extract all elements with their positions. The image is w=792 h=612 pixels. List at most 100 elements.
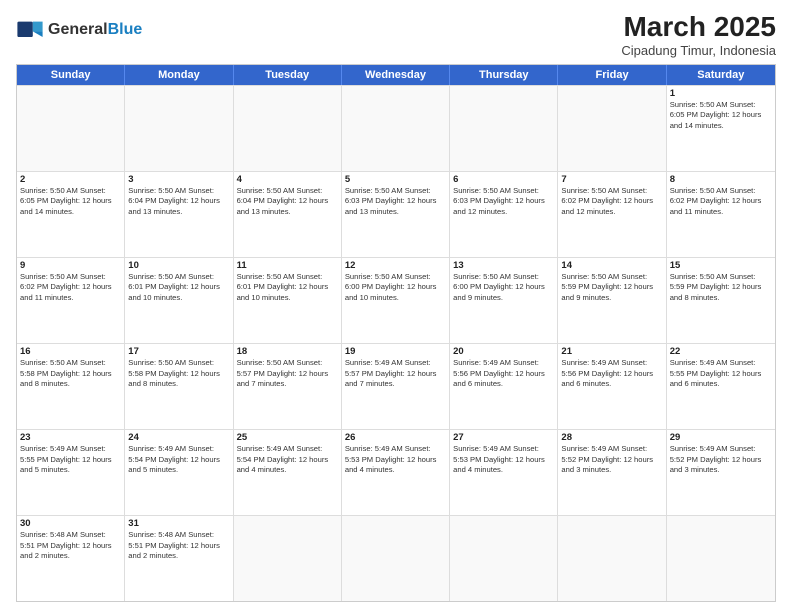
day-number: 13 (453, 260, 554, 271)
header-friday: Friday (558, 65, 666, 85)
calendar-cell-4-0: 23Sunrise: 5:49 AM Sunset: 5:55 PM Dayli… (17, 430, 125, 515)
day-number: 8 (670, 174, 772, 185)
day-number: 17 (128, 346, 229, 357)
day-info: Sunrise: 5:50 AM Sunset: 6:04 PM Dayligh… (128, 186, 229, 218)
logo: GeneralBlue (16, 16, 142, 44)
calendar-cell-2-6: 15Sunrise: 5:50 AM Sunset: 5:59 PM Dayli… (667, 258, 775, 343)
calendar-cell-0-1 (125, 86, 233, 171)
calendar-cell-0-3 (342, 86, 450, 171)
logo-text: GeneralBlue (48, 21, 142, 39)
day-info: Sunrise: 5:48 AM Sunset: 5:51 PM Dayligh… (20, 530, 121, 562)
subtitle: Cipadung Timur, Indonesia (621, 43, 776, 58)
calendar-cell-4-6: 29Sunrise: 5:49 AM Sunset: 5:52 PM Dayli… (667, 430, 775, 515)
header-monday: Monday (125, 65, 233, 85)
day-info: Sunrise: 5:49 AM Sunset: 5:56 PM Dayligh… (453, 358, 554, 390)
generalblue-logo-icon (16, 16, 44, 44)
calendar-cell-2-3: 12Sunrise: 5:50 AM Sunset: 6:00 PM Dayli… (342, 258, 450, 343)
day-number: 24 (128, 432, 229, 443)
calendar-cell-1-1: 3Sunrise: 5:50 AM Sunset: 6:04 PM Daylig… (125, 172, 233, 257)
day-info: Sunrise: 5:49 AM Sunset: 5:54 PM Dayligh… (128, 444, 229, 476)
day-info: Sunrise: 5:50 AM Sunset: 6:00 PM Dayligh… (345, 272, 446, 304)
calendar-cell-0-2 (234, 86, 342, 171)
calendar-cell-1-4: 6Sunrise: 5:50 AM Sunset: 6:03 PM Daylig… (450, 172, 558, 257)
calendar-cell-0-5 (558, 86, 666, 171)
day-info: Sunrise: 5:49 AM Sunset: 5:53 PM Dayligh… (453, 444, 554, 476)
day-number: 23 (20, 432, 121, 443)
calendar-cell-1-2: 4Sunrise: 5:50 AM Sunset: 6:04 PM Daylig… (234, 172, 342, 257)
day-info: Sunrise: 5:49 AM Sunset: 5:52 PM Dayligh… (670, 444, 772, 476)
day-number: 14 (561, 260, 662, 271)
calendar-cell-5-0: 30Sunrise: 5:48 AM Sunset: 5:51 PM Dayli… (17, 516, 125, 601)
calendar-cell-5-3 (342, 516, 450, 601)
day-number: 11 (237, 260, 338, 271)
calendar-cell-2-2: 11Sunrise: 5:50 AM Sunset: 6:01 PM Dayli… (234, 258, 342, 343)
day-number: 1 (670, 88, 772, 99)
header-thursday: Thursday (450, 65, 558, 85)
day-number: 18 (237, 346, 338, 357)
day-number: 29 (670, 432, 772, 443)
calendar-cell-4-3: 26Sunrise: 5:49 AM Sunset: 5:53 PM Dayli… (342, 430, 450, 515)
calendar-cell-4-2: 25Sunrise: 5:49 AM Sunset: 5:54 PM Dayli… (234, 430, 342, 515)
header: GeneralBlue March 2025 Cipadung Timur, I… (16, 12, 776, 58)
title-block: March 2025 Cipadung Timur, Indonesia (621, 12, 776, 58)
day-number: 25 (237, 432, 338, 443)
header-saturday: Saturday (667, 65, 775, 85)
day-number: 21 (561, 346, 662, 357)
day-number: 3 (128, 174, 229, 185)
day-number: 31 (128, 518, 229, 529)
calendar-cell-3-4: 20Sunrise: 5:49 AM Sunset: 5:56 PM Dayli… (450, 344, 558, 429)
day-info: Sunrise: 5:50 AM Sunset: 5:59 PM Dayligh… (670, 272, 772, 304)
day-info: Sunrise: 5:50 AM Sunset: 5:57 PM Dayligh… (237, 358, 338, 390)
calendar-cell-4-1: 24Sunrise: 5:49 AM Sunset: 5:54 PM Dayli… (125, 430, 233, 515)
calendar-row-2: 9Sunrise: 5:50 AM Sunset: 6:02 PM Daylig… (17, 257, 775, 343)
page: GeneralBlue March 2025 Cipadung Timur, I… (0, 0, 792, 612)
day-info: Sunrise: 5:48 AM Sunset: 5:51 PM Dayligh… (128, 530, 229, 562)
day-number: 10 (128, 260, 229, 271)
calendar-cell-5-2 (234, 516, 342, 601)
month-title: March 2025 (621, 12, 776, 43)
day-info: Sunrise: 5:50 AM Sunset: 6:03 PM Dayligh… (453, 186, 554, 218)
calendar-cell-1-6: 8Sunrise: 5:50 AM Sunset: 6:02 PM Daylig… (667, 172, 775, 257)
day-info: Sunrise: 5:50 AM Sunset: 6:02 PM Dayligh… (561, 186, 662, 218)
day-number: 6 (453, 174, 554, 185)
day-info: Sunrise: 5:50 AM Sunset: 5:58 PM Dayligh… (20, 358, 121, 390)
day-number: 4 (237, 174, 338, 185)
calendar-header: Sunday Monday Tuesday Wednesday Thursday… (17, 65, 775, 85)
calendar-body: 1Sunrise: 5:50 AM Sunset: 6:05 PM Daylig… (17, 85, 775, 601)
day-number: 16 (20, 346, 121, 357)
day-number: 2 (20, 174, 121, 185)
day-info: Sunrise: 5:50 AM Sunset: 6:04 PM Dayligh… (237, 186, 338, 218)
day-info: Sunrise: 5:49 AM Sunset: 5:57 PM Dayligh… (345, 358, 446, 390)
calendar-cell-3-2: 18Sunrise: 5:50 AM Sunset: 5:57 PM Dayli… (234, 344, 342, 429)
day-info: Sunrise: 5:50 AM Sunset: 6:01 PM Dayligh… (128, 272, 229, 304)
calendar-cell-2-4: 13Sunrise: 5:50 AM Sunset: 6:00 PM Dayli… (450, 258, 558, 343)
calendar-cell-3-3: 19Sunrise: 5:49 AM Sunset: 5:57 PM Dayli… (342, 344, 450, 429)
day-number: 7 (561, 174, 662, 185)
day-info: Sunrise: 5:49 AM Sunset: 5:53 PM Dayligh… (345, 444, 446, 476)
day-info: Sunrise: 5:49 AM Sunset: 5:54 PM Dayligh… (237, 444, 338, 476)
day-number: 30 (20, 518, 121, 529)
calendar-cell-2-0: 9Sunrise: 5:50 AM Sunset: 6:02 PM Daylig… (17, 258, 125, 343)
calendar-cell-1-5: 7Sunrise: 5:50 AM Sunset: 6:02 PM Daylig… (558, 172, 666, 257)
calendar-row-3: 16Sunrise: 5:50 AM Sunset: 5:58 PM Dayli… (17, 343, 775, 429)
day-number: 22 (670, 346, 772, 357)
calendar: Sunday Monday Tuesday Wednesday Thursday… (16, 64, 776, 602)
header-wednesday: Wednesday (342, 65, 450, 85)
day-number: 19 (345, 346, 446, 357)
calendar-cell-2-5: 14Sunrise: 5:50 AM Sunset: 5:59 PM Dayli… (558, 258, 666, 343)
day-info: Sunrise: 5:50 AM Sunset: 6:01 PM Dayligh… (237, 272, 338, 304)
calendar-row-4: 23Sunrise: 5:49 AM Sunset: 5:55 PM Dayli… (17, 429, 775, 515)
calendar-cell-1-3: 5Sunrise: 5:50 AM Sunset: 6:03 PM Daylig… (342, 172, 450, 257)
calendar-cell-0-0 (17, 86, 125, 171)
day-info: Sunrise: 5:50 AM Sunset: 6:05 PM Dayligh… (670, 100, 772, 132)
day-info: Sunrise: 5:50 AM Sunset: 6:05 PM Dayligh… (20, 186, 121, 218)
day-info: Sunrise: 5:50 AM Sunset: 6:03 PM Dayligh… (345, 186, 446, 218)
calendar-cell-5-5 (558, 516, 666, 601)
calendar-cell-5-6 (667, 516, 775, 601)
calendar-cell-4-4: 27Sunrise: 5:49 AM Sunset: 5:53 PM Dayli… (450, 430, 558, 515)
day-info: Sunrise: 5:50 AM Sunset: 6:02 PM Dayligh… (670, 186, 772, 218)
day-info: Sunrise: 5:49 AM Sunset: 5:55 PM Dayligh… (20, 444, 121, 476)
day-number: 12 (345, 260, 446, 271)
calendar-cell-3-6: 22Sunrise: 5:49 AM Sunset: 5:55 PM Dayli… (667, 344, 775, 429)
logo-blue: Blue (108, 21, 143, 38)
